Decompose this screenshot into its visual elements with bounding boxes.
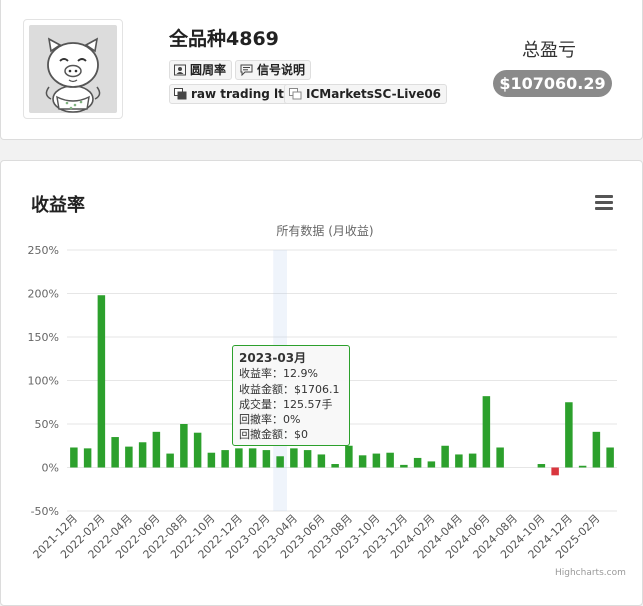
bar-2023-04 <box>290 448 298 468</box>
bar-2024-03 <box>441 445 449 468</box>
y-tick-label: 200% <box>28 288 59 301</box>
bar-2023-06 <box>317 454 326 468</box>
tooltip-drawdown-rate: 回撤率：0% <box>239 413 301 427</box>
bar-2024-02 <box>427 461 436 468</box>
bar-2024-06 <box>482 396 491 468</box>
bar-2023-10 <box>372 453 381 468</box>
tooltip-return-amount: 收益金额：$1706.1 <box>239 382 340 396</box>
bar-2022-08 <box>180 424 188 468</box>
tag-broker[interactable]: raw trading ltd <box>169 84 299 104</box>
account-profile-card: 全品种4869 圆周率 信号说明 raw trading ltd ICMarke… <box>0 0 643 140</box>
bar-2024-12 <box>565 402 573 468</box>
bar-2024-10 <box>537 464 546 468</box>
chart-tooltip: 2023-03月 收益率：12.9% 收益金额：$1706.1 成交量：125.… <box>232 345 350 446</box>
tooltip-drawdown-amount: 回撤金额：$0 <box>239 428 308 442</box>
server-icon <box>289 88 302 100</box>
bar-2021-12 <box>70 447 78 468</box>
bar-2022-06 <box>152 431 161 468</box>
bar-2023-09 <box>358 455 367 468</box>
bar-2025-02 <box>592 431 601 468</box>
bar-2023-01 <box>248 448 257 468</box>
tooltip-title: 2023-03月 <box>239 351 307 365</box>
y-tick-label: 100% <box>28 375 59 388</box>
bar-2024-11 <box>551 467 559 476</box>
avatar-frame <box>23 19 123 119</box>
bar-2023-07 <box>331 464 339 468</box>
user-card-icon <box>174 64 186 76</box>
bar-2022-11 <box>221 450 229 468</box>
bar-2022-01 <box>83 448 92 468</box>
tag-signal-info-label: 信号说明 <box>257 63 306 77</box>
account-name: 全品种4869 <box>169 28 279 50</box>
tag-author-label: 圆周率 <box>190 63 227 77</box>
tag-author[interactable]: 圆周率 <box>169 60 233 80</box>
y-tick-label: -50% <box>31 505 59 518</box>
tag-broker-label: raw trading ltd <box>191 87 293 101</box>
bar-2023-02 <box>262 450 271 468</box>
total-pnl-label: 总盈亏 <box>522 40 576 61</box>
bar-2023-11 <box>386 452 394 468</box>
tooltip-volume: 成交量：125.57手 <box>239 397 333 411</box>
bar-2024-04 <box>455 454 463 468</box>
bar-2023-03 <box>276 456 284 468</box>
bar-2023-05 <box>303 450 312 468</box>
chart-credits[interactable]: Highcharts.com <box>555 568 626 578</box>
y-tick-label: 50% <box>35 418 59 431</box>
tooltip-return-rate: 收益率：12.9% <box>239 367 318 381</box>
bar-2023-12 <box>400 464 408 468</box>
y-tick-label: 250% <box>28 244 59 257</box>
y-tick-label: 0% <box>42 462 59 475</box>
bar-2025-01 <box>578 465 587 468</box>
tag-server-label: ICMarketsSC-Live06 <box>306 87 442 101</box>
pig-avatar <box>29 25 117 113</box>
total-pnl-value: $107060.29 <box>493 70 612 97</box>
bar-2022-05 <box>138 442 147 468</box>
comment-icon <box>240 64 253 76</box>
bar-2022-04 <box>125 446 133 468</box>
pig-avatar-icon <box>45 37 101 113</box>
bar-2022-02 <box>97 295 106 468</box>
bar-2022-03 <box>111 437 119 468</box>
tag-signal-info[interactable]: 信号说明 <box>235 60 312 80</box>
broker-icon <box>174 88 187 100</box>
bar-2024-07 <box>496 447 504 468</box>
bar-2022-09 <box>193 432 202 468</box>
bar-2024-05 <box>468 453 477 468</box>
tag-server[interactable]: ICMarketsSC-Live06 <box>284 84 448 104</box>
bar-2022-10 <box>207 452 216 468</box>
bar-2022-07 <box>166 453 174 468</box>
bar-2022-12 <box>235 448 243 468</box>
y-tick-label: 150% <box>28 331 59 344</box>
return-chart-card: 收益率 所有数据 (月收益) -50% 0% 50% 100% 150% 200% 250%… <box>0 160 643 606</box>
bar-2024-01 <box>413 457 422 468</box>
bar-2023-08 <box>345 445 353 468</box>
bar-2025-03 <box>606 447 614 468</box>
